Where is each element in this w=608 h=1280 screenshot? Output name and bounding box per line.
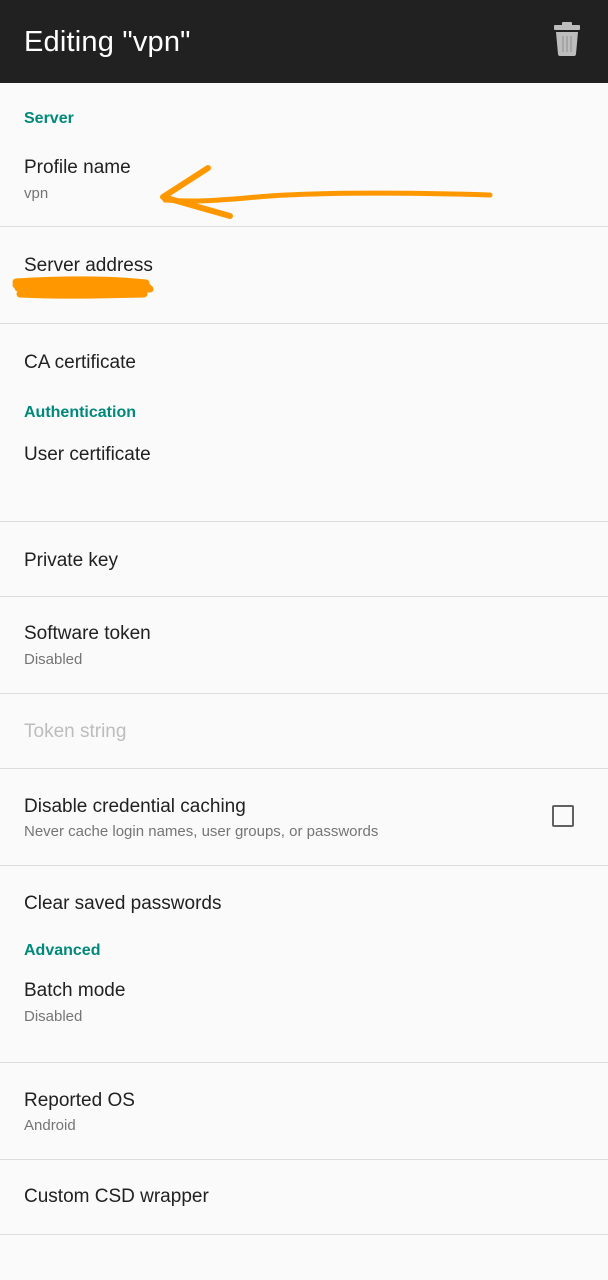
pref-summary: Disabled [24, 651, 83, 668]
pref-title: Batch mode [24, 980, 126, 1001]
pref-summary: vpn [24, 185, 49, 202]
pref-token-string: Token string [0, 694, 608, 768]
trash-icon [554, 21, 580, 61]
pref-user-certificate[interactable]: User certificate [0, 438, 608, 521]
section-header-advanced: Advanced [24, 942, 101, 959]
pref-server-address[interactable]: Server address [0, 227, 608, 323]
pref-title: Profile name [24, 157, 131, 178]
pref-title: Reported OS [24, 1090, 135, 1111]
page-title: Editing "vpn" [24, 26, 191, 58]
pref-summary: Disabled [24, 1008, 83, 1025]
settings-list: Server Profile name vpn Server address C… [0, 83, 608, 1235]
pref-title: Private key [24, 550, 118, 571]
pref-title: CA certificate [24, 352, 136, 373]
pref-title: User certificate [24, 444, 151, 465]
pref-batch-mode[interactable]: Batch mode Disabled [0, 980, 608, 1062]
app-bar: Editing "vpn" [0, 0, 608, 83]
pref-clear-saved-passwords[interactable]: Clear saved passwords [0, 866, 608, 942]
delete-button[interactable] [540, 14, 594, 68]
pref-summary: Never cache login names, user groups, or… [24, 823, 379, 840]
pref-disable-credential-caching[interactable]: Disable credential caching Never cache l… [0, 769, 608, 865]
section-header-authentication: Authentication [24, 404, 136, 421]
pref-profile-name[interactable]: Profile name vpn [0, 145, 608, 226]
pref-ca-certificate[interactable]: CA certificate [0, 324, 608, 400]
disable-credential-caching-checkbox[interactable] [552, 805, 574, 827]
section-header-server: Server [24, 110, 74, 127]
pref-custom-csd-wrapper[interactable]: Custom CSD wrapper [0, 1160, 608, 1234]
pref-summary: Android [24, 1117, 76, 1134]
pref-title: Custom CSD wrapper [24, 1186, 209, 1207]
divider [0, 1234, 608, 1235]
pref-software-token[interactable]: Software token Disabled [0, 597, 608, 693]
pref-title: Server address [24, 255, 153, 276]
pref-title: Software token [24, 623, 151, 644]
pref-title: Clear saved passwords [24, 893, 222, 914]
pref-private-key[interactable]: Private key [0, 522, 608, 596]
pref-title: Token string [24, 721, 127, 742]
pref-reported-os[interactable]: Reported OS Android [0, 1063, 608, 1159]
pref-title: Disable credential caching [24, 796, 246, 817]
